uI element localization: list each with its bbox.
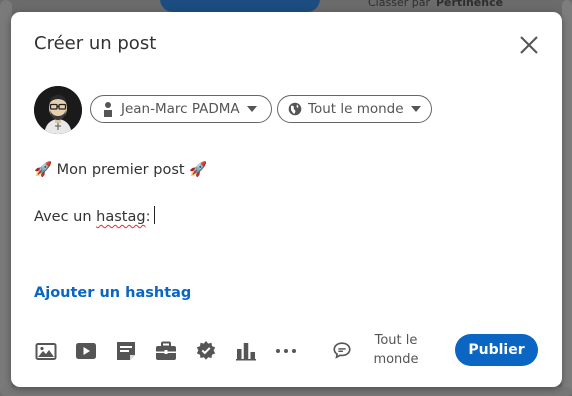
avatar xyxy=(34,86,82,134)
add-video-button[interactable] xyxy=(75,340,97,362)
comment-settings-button[interactable] xyxy=(332,340,354,362)
comment-icon xyxy=(333,342,351,359)
visibility-selector[interactable]: Tout le monde xyxy=(277,95,432,123)
text-cursor xyxy=(154,206,156,224)
author-name: Jean-Marc PADMA xyxy=(121,101,240,117)
comment-audience-line-1: Tout le xyxy=(374,333,418,348)
poll-icon xyxy=(236,343,256,361)
close-icon xyxy=(520,36,538,54)
author-selector[interactable]: Jean-Marc PADMA xyxy=(90,95,272,123)
job-icon xyxy=(156,341,176,360)
celebrate-icon xyxy=(196,341,216,360)
editor-text: Avec un xyxy=(34,209,97,225)
celebrate-button[interactable] xyxy=(195,340,217,362)
editor-line-2: Avec un hastag: xyxy=(34,206,156,228)
add-hashtag-link[interactable]: Ajouter un hashtag xyxy=(34,285,191,301)
create-poll-button[interactable] xyxy=(235,340,257,362)
editor-text: : xyxy=(145,209,151,225)
editor-line-1: 🚀 Mon premier post 🚀 xyxy=(34,162,208,178)
publish-button[interactable]: Publier xyxy=(455,334,538,366)
background-button-shape xyxy=(160,0,320,12)
globe-icon xyxy=(288,102,302,116)
dialog-title: Créer un post xyxy=(34,33,157,54)
background-card xyxy=(0,387,572,396)
photo-icon xyxy=(35,343,57,360)
chevron-down-icon xyxy=(410,106,421,112)
close-button[interactable] xyxy=(517,33,541,57)
more-options-button[interactable] xyxy=(275,340,297,362)
add-document-button[interactable] xyxy=(115,340,137,362)
chevron-down-icon xyxy=(246,106,257,112)
background-sort-text: Classer par Pertinence xyxy=(368,0,504,9)
document-icon xyxy=(117,342,135,360)
avatar-illustration xyxy=(34,86,82,134)
person-icon xyxy=(104,102,112,117)
add-job-button[interactable] xyxy=(155,340,177,362)
comment-audience-setting[interactable]: Tout le monde xyxy=(356,331,436,369)
video-icon xyxy=(76,343,96,359)
visibility-label: Tout le monde xyxy=(308,101,404,117)
more-icon xyxy=(276,349,296,353)
add-photo-button[interactable] xyxy=(35,340,57,362)
misspelled-word: hastag xyxy=(96,209,146,225)
comment-audience-line-2: monde xyxy=(373,352,419,367)
background-card xyxy=(562,0,572,396)
create-post-dialog: Créer un post Jean-Marc PADMA Tout le mo… xyxy=(11,12,562,387)
